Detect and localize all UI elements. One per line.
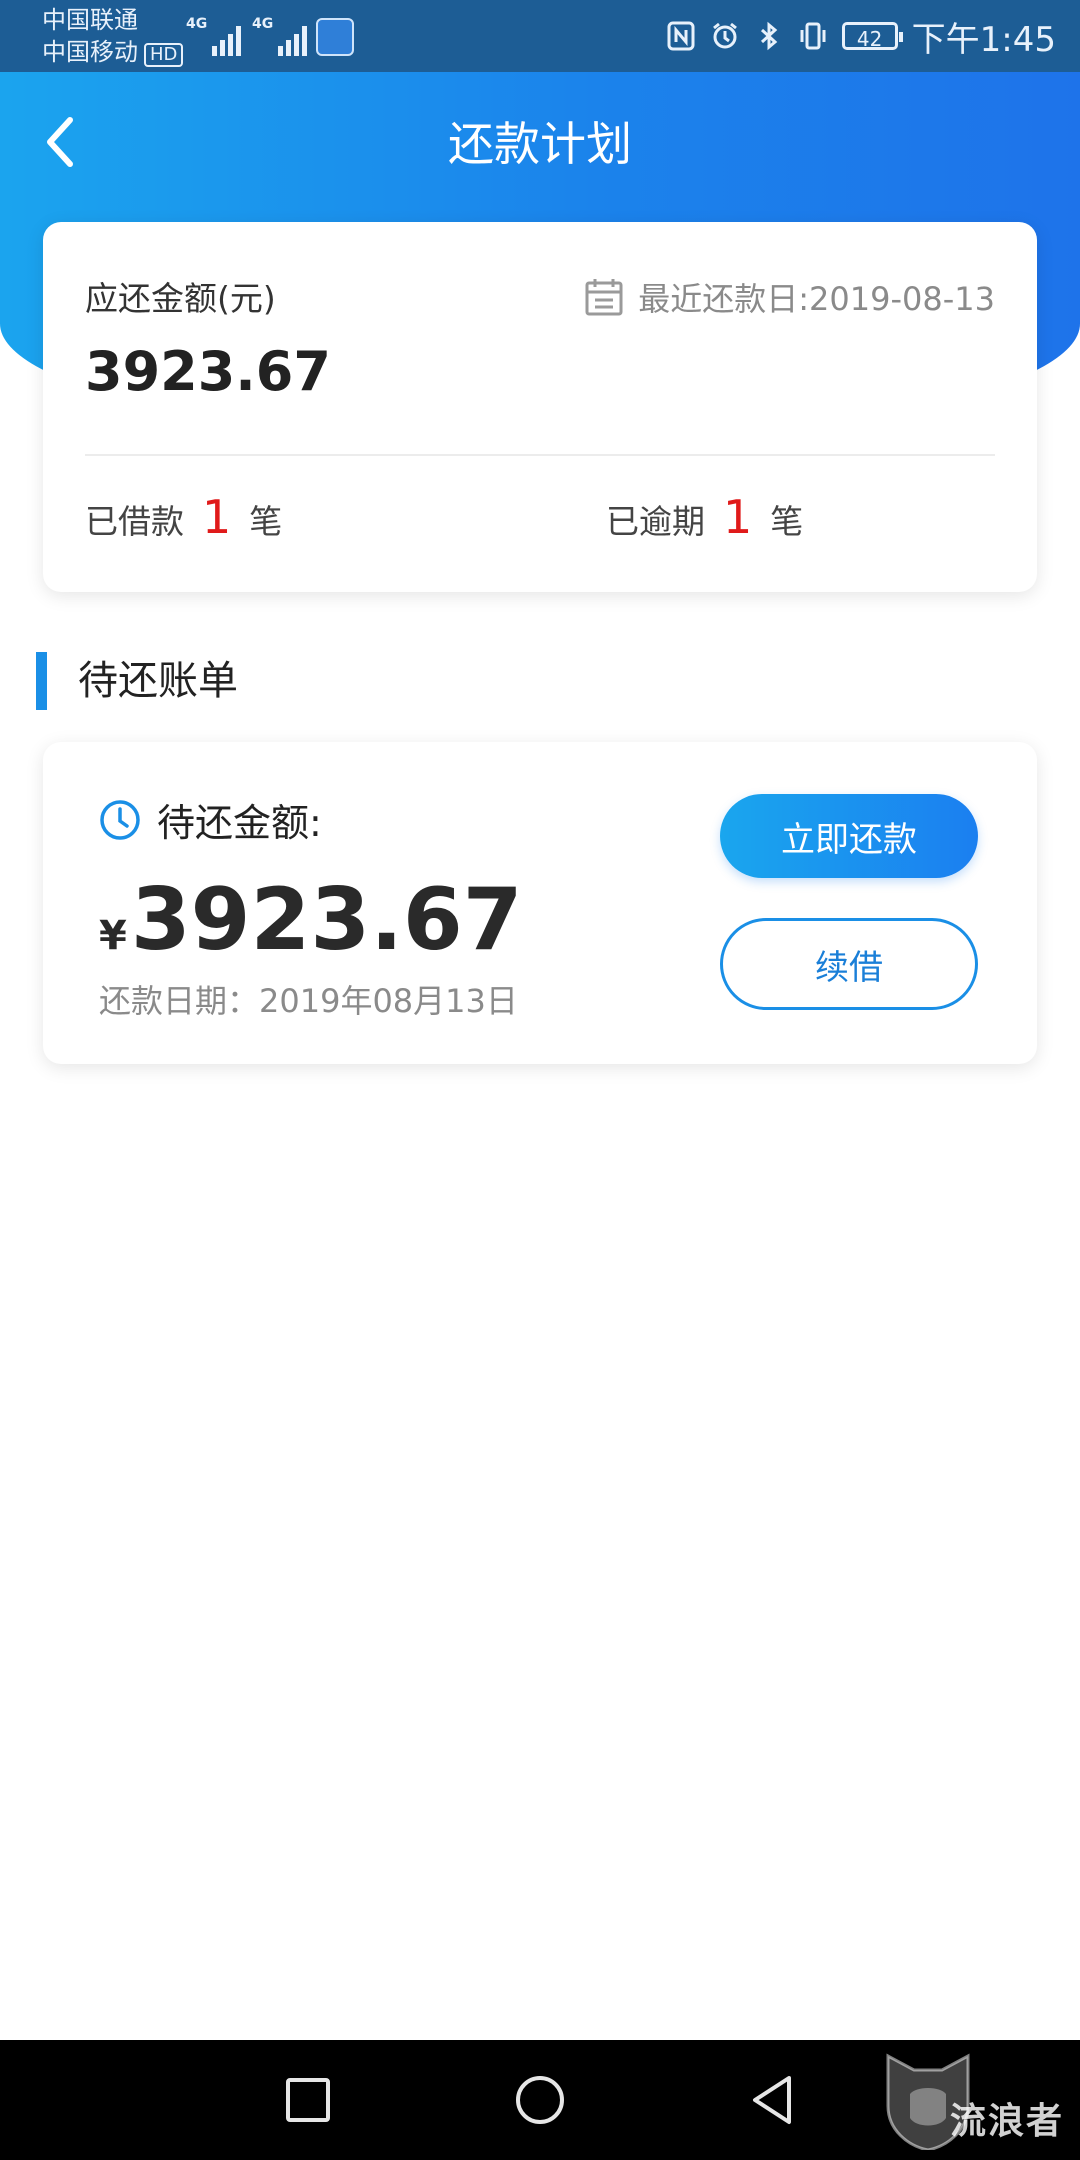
overdue-prefix: 已逾期 (606, 502, 705, 541)
bill-amount: ¥ 3923.67 (99, 870, 523, 970)
bill-amount-value: 3923.67 (130, 870, 523, 970)
overdue-unit: 笔 (770, 502, 804, 541)
bluetooth-icon (754, 21, 784, 51)
summary-card: 应还金额(元) 3923.67 最近还款日:2019-08-13 已借款 1 笔… (43, 222, 1037, 592)
vibrate-icon (798, 21, 828, 51)
status-bar: 中国联通 中国移动 HD 4G 4G 42 下午1:45 (0, 0, 1080, 72)
repay-now-button[interactable]: 立即还款 (720, 794, 978, 878)
status-icons: 42 下午1:45 (666, 0, 1056, 72)
system-navigation-bar: 流浪者 (0, 2040, 1080, 2160)
repayment-date: 还款日期：2019年08月13日 (99, 982, 518, 1020)
signal-strength-icon-2: 4G (252, 16, 308, 56)
home-button[interactable] (510, 2070, 570, 2130)
due-amount-value: 3923.67 (85, 340, 331, 403)
section-accent-bar (36, 652, 47, 710)
borrowed-prefix: 已借款 (85, 502, 184, 541)
system-back-button[interactable] (742, 2070, 802, 2130)
carrier-2: 中国移动 (42, 38, 138, 66)
borrowed-number: 1 (202, 490, 232, 544)
network-type-1: 4G (186, 16, 208, 32)
pending-amount-label: 待还金额: (99, 792, 322, 847)
square-icon (286, 2078, 330, 2122)
renew-loan-button[interactable]: 续借 (720, 918, 978, 1010)
recent-apps-button[interactable] (278, 2070, 338, 2130)
alarm-icon (710, 21, 740, 51)
network-type-2: 4G (252, 16, 274, 32)
recent-repayment-date: 最近还款日:2019-08-13 (584, 274, 995, 320)
borrowed-unit: 笔 (249, 502, 283, 541)
bill-card: 待还金额: ¥ 3923.67 还款日期：2019年08月13日 立即还款 续借 (43, 742, 1037, 1064)
watermark-text: 流浪者 (949, 2101, 1064, 2142)
carrier-1: 中国联通 (42, 6, 138, 34)
currency-symbol: ¥ (99, 913, 127, 959)
overdue-count: 已逾期 1 笔 (606, 490, 803, 544)
triangle-back-icon (753, 2076, 791, 2124)
page-title: 还款计划 (448, 117, 632, 171)
clock-icon (100, 799, 140, 840)
hd-badge: HD (144, 43, 184, 67)
calendar-icon (585, 279, 623, 316)
due-amount-label: 应还金额(元) (85, 279, 276, 318)
signal-strength-icon: 4G (186, 16, 242, 56)
pending-label-text: 待还金额: (157, 801, 322, 845)
borrowed-count: 已借款 1 笔 (85, 490, 282, 544)
carrier-info: 中国联通 中国移动 HD (42, 4, 184, 68)
nfc-icon (666, 21, 696, 51)
section-title: 待还账单 (78, 658, 238, 704)
battery-icon: 42 (841, 22, 903, 51)
circle-icon (516, 2076, 564, 2124)
status-time: 下午1:45 (911, 19, 1056, 60)
recent-date-text: 最近还款日:2019-08-13 (638, 280, 995, 318)
divider (85, 454, 995, 456)
overdue-number: 1 (723, 490, 753, 544)
app-notification-icon (316, 18, 354, 56)
watermark-logo: 流浪者 (880, 2048, 1070, 2152)
